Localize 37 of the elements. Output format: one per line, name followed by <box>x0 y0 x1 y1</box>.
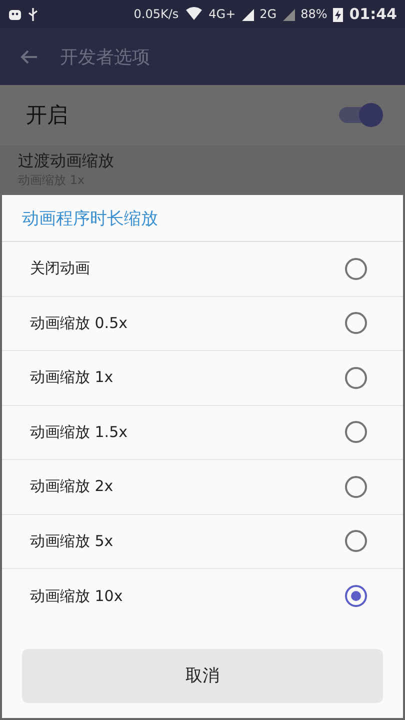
option-row[interactable]: 动画缩放 1x <box>2 351 403 406</box>
radio-button[interactable] <box>345 258 367 280</box>
app-bar-title: 开发者选项 <box>60 46 150 68</box>
dialog-title: 动画程序时长缩放 <box>2 195 403 242</box>
clock: 01:44 <box>349 5 397 23</box>
option-label: 关闭动画 <box>30 259 90 278</box>
option-label: 动画缩放 0.5x <box>30 314 128 333</box>
signal-icon <box>242 7 254 21</box>
radio-button[interactable] <box>345 312 367 334</box>
option-label: 动画缩放 1.5x <box>30 422 128 442</box>
network-type: 4G+ <box>208 7 236 21</box>
option-label: 动画缩放 2x <box>30 477 114 496</box>
battery-charging-icon <box>333 6 344 22</box>
radio-button[interactable] <box>345 530 367 552</box>
option-row[interactable]: 动画缩放 2x <box>2 460 403 514</box>
network-type: 2G <box>260 7 277 21</box>
option-row[interactable]: 动画缩放 5x <box>2 514 403 569</box>
switch-label: 开启 <box>26 102 68 129</box>
option-label: 动画缩放 10x <box>30 586 123 606</box>
setting-title: 过渡动画缩放 <box>18 151 115 171</box>
battery-level: 88% <box>300 7 328 21</box>
network-speed: 0.05K/s <box>134 7 179 21</box>
option-label: 动画缩放 5x <box>30 532 114 551</box>
option-label: 动画缩放 1x <box>30 368 114 388</box>
option-row[interactable]: 动画缩放 1.5x <box>2 406 403 460</box>
wifi-icon <box>184 7 203 21</box>
signal-icon <box>282 7 295 21</box>
option-row[interactable]: 动画缩放 10x <box>2 569 403 624</box>
option-row[interactable]: 动画缩放 0.5x <box>2 296 403 351</box>
radio-button[interactable] <box>345 366 367 389</box>
usb-icon <box>28 6 38 22</box>
radio-button[interactable] <box>345 585 367 608</box>
radio-button[interactable] <box>345 476 367 498</box>
radio-button[interactable] <box>345 421 367 444</box>
cancel-button[interactable]: 取消 <box>22 648 383 702</box>
back-arrow-icon[interactable] <box>20 48 38 64</box>
option-row[interactable]: 关闭动画 <box>2 242 403 296</box>
